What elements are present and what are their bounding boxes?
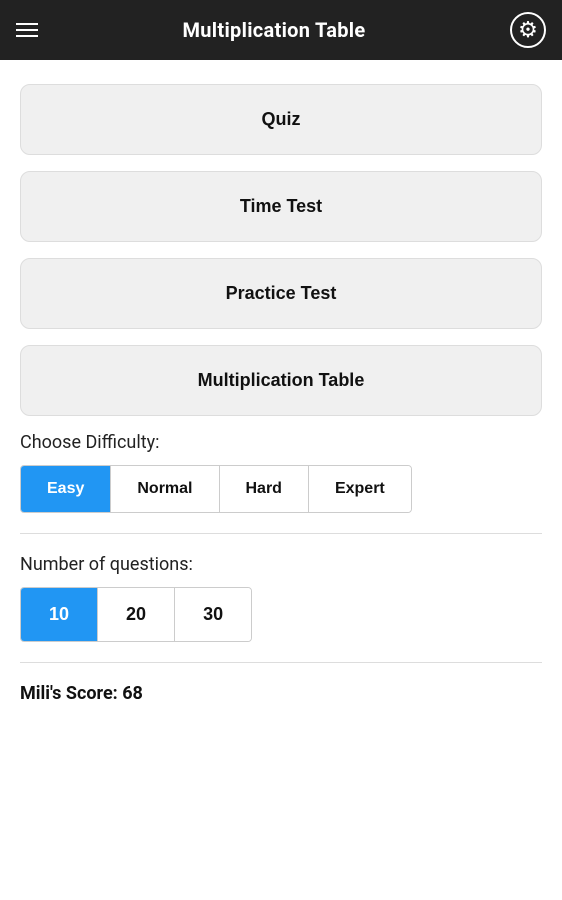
divider-2 — [20, 662, 542, 663]
difficulty-normal-button[interactable]: Normal — [111, 466, 219, 512]
score-display: Mili's Score: 68 — [20, 683, 542, 704]
questions-label: Number of questions: — [20, 554, 542, 575]
divider-1 — [20, 533, 542, 534]
hamburger-line-1 — [16, 23, 38, 25]
multiplication-table-button[interactable]: Multiplication Table — [20, 345, 542, 416]
menu-icon[interactable] — [16, 23, 38, 37]
difficulty-easy-button[interactable]: Easy — [21, 466, 111, 512]
questions-30-button[interactable]: 30 — [175, 588, 251, 641]
difficulty-hard-button[interactable]: Hard — [220, 466, 309, 512]
difficulty-label: Choose Difficulty: — [20, 432, 542, 453]
questions-selector: 10 20 30 — [20, 587, 252, 642]
difficulty-selector: Easy Normal Hard Expert — [20, 465, 412, 513]
hamburger-line-3 — [16, 35, 38, 37]
page-title: Multiplication Table — [182, 18, 365, 42]
questions-10-button[interactable]: 10 — [21, 588, 98, 641]
difficulty-expert-button[interactable]: Expert — [309, 466, 411, 512]
settings-icon[interactable]: ⚙ — [510, 12, 546, 48]
time-test-button[interactable]: Time Test — [20, 171, 542, 242]
questions-20-button[interactable]: 20 — [98, 588, 175, 641]
hamburger-line-2 — [16, 29, 38, 31]
gear-icon: ⚙ — [518, 18, 538, 43]
main-content: Quiz Time Test Practice Test Multiplicat… — [0, 60, 562, 724]
practice-test-button[interactable]: Practice Test — [20, 258, 542, 329]
quiz-button[interactable]: Quiz — [20, 84, 542, 155]
app-header: Multiplication Table ⚙ — [0, 0, 562, 60]
